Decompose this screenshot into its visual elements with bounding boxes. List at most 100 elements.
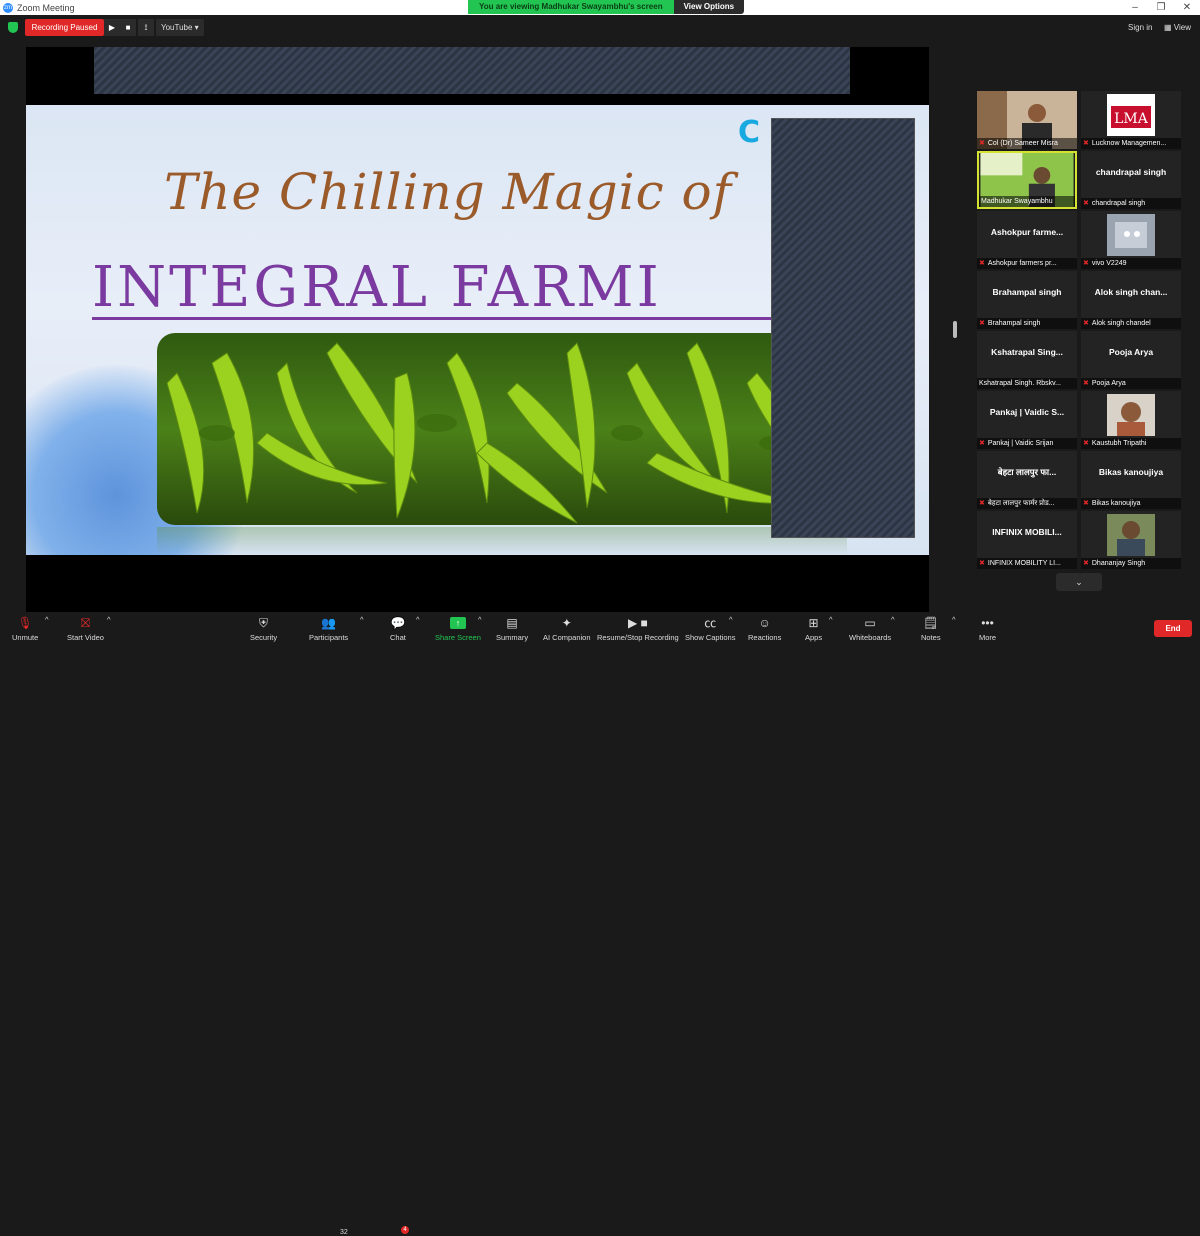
participant-gallery: ✖ Col (Dr) Sameer Misra LMA ✖ Lucknow Mana… (977, 91, 1183, 571)
share-screen-label: Share Screen (435, 633, 481, 642)
participant-name: chandrapal singh (1095, 167, 1167, 177)
participant-tile[interactable]: Brahampal singh ✖ Brahampal singh (977, 271, 1077, 329)
participant-label: ✖ Bikas kanoujiya (1081, 498, 1181, 509)
stop-recording-button[interactable]: ■ (120, 19, 136, 36)
participants-button[interactable]: 👥 Participants (309, 615, 348, 642)
participant-name: Brahampal singh (992, 287, 1062, 297)
muted-mic-icon: ✖ (979, 440, 985, 447)
muted-mic-icon: ✖ (1083, 200, 1089, 207)
share-options-caret[interactable]: ^ (478, 615, 482, 624)
participant-tile[interactable]: Alok singh chan... ✖ Alok singh chandel (1081, 271, 1181, 329)
chat-unread-badge: 4 (401, 1226, 409, 1234)
svg-text:LMA: LMA (1114, 111, 1149, 127)
audio-options-caret[interactable]: ^ (45, 615, 49, 624)
chilli-illustration (166, 342, 838, 524)
participant-label: ✖ Dhananjay Singh (1081, 558, 1181, 569)
share-screen-button[interactable]: ↑ Share Screen (435, 615, 481, 642)
participant-label: Madhukar Swayambhu (979, 196, 1075, 207)
muted-mic-icon: ✖ (979, 500, 985, 507)
participant-tile[interactable]: Pooja Arya ✖ Pooja Arya (1081, 331, 1181, 389)
video-options-caret[interactable]: ^ (107, 615, 111, 624)
participant-tile[interactable]: ✖ Dhananjay Singh (1081, 511, 1181, 569)
apps-button[interactable]: ⊞ Apps (805, 615, 822, 642)
gallery-scroll-down-button[interactable]: ⌄ (1056, 573, 1102, 591)
participant-label: ✖ chandrapal singh (1081, 198, 1181, 209)
apps-options-caret[interactable]: ^ (829, 615, 833, 624)
participant-tile[interactable]: chandrapal singh ✖ chandrapal singh (1081, 151, 1181, 209)
notes-options-caret[interactable]: ^ (952, 615, 956, 624)
summary-button[interactable]: ▤ Summary (496, 615, 528, 642)
start-video-button[interactable]: ⛝ Start Video (67, 615, 104, 642)
apps-label: Apps (805, 633, 823, 642)
muted-mic-icon: ✖ (1083, 560, 1089, 567)
maximize-icon[interactable]: ❐ (1148, 0, 1174, 15)
more-button[interactable]: ••• More (979, 615, 996, 642)
resume-stop-recording-button[interactable]: ▶ ■ Resume/Stop Recording (597, 615, 679, 642)
summary-label: Summary (496, 633, 529, 642)
participants-icon: 👥 (321, 616, 337, 630)
participant-tile-active-speaker[interactable]: Madhukar Swayambhu (977, 151, 1077, 209)
participant-tile[interactable]: Bikas kanoujiya ✖ Bikas kanoujiya (1081, 451, 1181, 509)
participant-name: Pankaj | Vaidic S... (989, 407, 1065, 417)
muted-mic-icon: ✖ (1083, 260, 1089, 267)
recording-paused-badge[interactable]: Recording Paused (25, 19, 104, 36)
muted-mic-icon: ✖ (979, 560, 985, 567)
photo-reflection (157, 527, 847, 555)
view-grid-icon: ▦ (1164, 23, 1174, 32)
participant-tile[interactable]: Kshatrapal Sing... Kshatrapal Singh. Rbs… (977, 331, 1077, 389)
whiteboards-button[interactable]: ▭ Whiteboards (849, 615, 891, 642)
notes-icon: 🗒 (923, 616, 939, 630)
shield-icon: ⛨ (259, 616, 269, 630)
captions-options-caret[interactable]: ^ (729, 615, 733, 624)
participant-name: Alok singh chan... (1094, 287, 1168, 297)
participant-tile[interactable]: INFINIX MOBILI... ✖ INFINIX MOBILITY LI..… (977, 511, 1077, 569)
sign-in-link[interactable]: Sign in (1128, 23, 1152, 32)
ai-companion-label: AI Companion (543, 633, 591, 642)
youtube-stream-dropdown[interactable]: YouTube ▾ (156, 19, 204, 36)
participant-label: ✖ Lucknow Managemen... (1081, 138, 1181, 149)
ai-companion-button[interactable]: ✦ AI Companion (543, 615, 591, 642)
show-captions-button[interactable]: ㏄ Show Captions (685, 615, 735, 642)
participant-label: ✖ बेहटा लालपुर फार्मर प्रोड... (977, 498, 1077, 509)
reactions-button[interactable]: ☺ Reactions (748, 615, 781, 642)
gallery-resize-handle[interactable] (953, 321, 957, 338)
resume-recording-button[interactable]: ▶ (104, 19, 120, 36)
view-options-button[interactable]: View Options (673, 0, 745, 14)
live-stream-icon[interactable]: ⟟ (138, 19, 154, 36)
participant-tile[interactable]: ✖ Kaustubh Tripathi (1081, 391, 1181, 449)
participant-label: ✖ Kaustubh Tripathi (1081, 438, 1181, 449)
show-captions-label: Show Captions (685, 633, 736, 642)
muted-mic-icon: ✖ (1083, 380, 1089, 387)
zoom-logo-icon: zm (3, 2, 13, 13)
chat-options-caret[interactable]: ^ (416, 615, 420, 624)
muted-mic-icon: ✖ (1083, 320, 1089, 327)
participant-name: Ashokpur farme... (990, 227, 1064, 237)
start-video-label: Start Video (67, 633, 104, 642)
unmute-button[interactable]: 🎙 Unmute (12, 615, 38, 642)
whiteboard-icon: ▭ (864, 616, 876, 630)
viewing-message: You are viewing Madhukar Swayambhu's scr… (468, 0, 674, 14)
security-label: Security (250, 633, 278, 642)
notes-button[interactable]: 🗒 Notes (921, 615, 941, 642)
participant-tile[interactable]: Ashokpur farme... ✖ Ashokpur farmers pr..… (977, 211, 1077, 269)
chat-button[interactable]: 💬 Chat (390, 615, 406, 642)
view-label: View (1173, 23, 1191, 32)
participants-options-caret[interactable]: ^ (360, 615, 364, 624)
end-meeting-button[interactable]: End (1154, 620, 1192, 637)
security-shield-icon[interactable] (8, 22, 18, 33)
share-screen-icon: ↑ (449, 617, 466, 629)
participant-tile[interactable]: ✖ vivo V2249 (1081, 211, 1181, 269)
participant-video (1107, 394, 1155, 436)
participant-tile[interactable]: Pankaj | Vaidic S... ✖ Pankaj | Vaidic Sr… (977, 391, 1077, 449)
participant-tile[interactable]: बेहटा लालपुर फा... ✖ बेहटा लालपुर फार्मर … (977, 451, 1077, 509)
minimize-icon[interactable]: – (1122, 0, 1148, 15)
view-button[interactable]: ▦ View (1164, 23, 1191, 32)
participant-tile[interactable]: LMA ✖ Lucknow Managemen... (1081, 91, 1181, 149)
close-icon[interactable]: ✕ (1174, 0, 1200, 15)
participant-video (1107, 514, 1155, 556)
security-button[interactable]: ⛨ Security (250, 615, 277, 642)
slide-title-line1: The Chilling Magic of (164, 163, 733, 221)
whiteboards-options-caret[interactable]: ^ (891, 615, 895, 624)
video-off-icon: ⛝ (80, 616, 91, 630)
participant-tile[interactable]: ✖ Col (Dr) Sameer Misra (977, 91, 1077, 149)
